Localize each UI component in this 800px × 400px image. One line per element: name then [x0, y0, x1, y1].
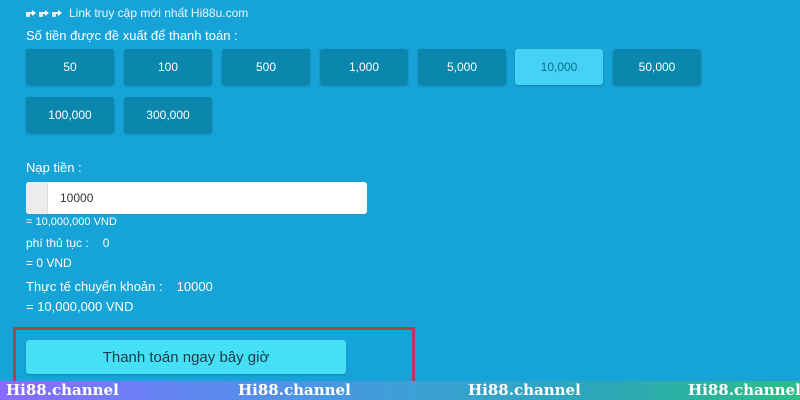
promo-link[interactable]: Link truy cập mới nhất Hi88u.com [26, 5, 248, 21]
pointing-hand-icon [39, 8, 50, 18]
pointing-hand-icon [26, 8, 37, 18]
amount-option-button[interactable]: 50 [26, 49, 114, 85]
fee-label: phí thủ tục : [26, 236, 89, 250]
fee-row: phí thủ tục : 0 [26, 236, 109, 250]
amount-option-button[interactable]: 100 [124, 49, 212, 85]
deposit-label: Nạp tiền : [26, 160, 82, 175]
promo-text[interactable]: Link truy cập mới nhất Hi88u.com [69, 6, 248, 20]
watermark-bar: Hi88.channel Hi88.channel Hi88.channel H… [0, 381, 800, 400]
amount-option-button[interactable]: 100,000 [26, 97, 114, 133]
amount-option-button[interactable]: 10,000 [515, 49, 603, 85]
amount-option-button[interactable]: 5,000 [418, 49, 506, 85]
amount-option-button[interactable]: 500 [222, 49, 310, 85]
deposit-input-prefix [26, 182, 48, 214]
actual-transfer-label: Thực tế chuyển khoản : [26, 279, 163, 294]
pointing-hand-icon [52, 8, 63, 18]
deposit-converted-amount: = 10,000,000 VND [26, 216, 117, 228]
actual-transfer-row: Thực tế chuyển khoản : 10000 [26, 279, 213, 294]
amount-option-button[interactable]: 50,000 [613, 49, 701, 85]
watermark-text: Hi88.channel [688, 381, 800, 399]
actual-transfer-converted-amount: = 10,000,000 VND [26, 299, 134, 314]
actual-transfer-value: 10000 [176, 279, 213, 294]
amount-section-title: Số tiền được đề xuất để thanh toán : [26, 28, 238, 43]
fee-value: 0 [102, 236, 110, 250]
watermark-text: Hi88.channel [6, 381, 119, 399]
amount-option-button[interactable]: 1,000 [320, 49, 408, 85]
deposit-input-wrapper [26, 182, 367, 214]
fee-converted-amount: = 0 VND [26, 256, 72, 270]
watermark-text: Hi88.channel [238, 381, 351, 399]
watermark-text: Hi88.channel [468, 381, 581, 399]
pay-now-button[interactable]: Thanh toán ngay bây giờ [26, 340, 346, 374]
amount-option-button[interactable]: 300,000 [124, 97, 212, 133]
deposit-amount-input[interactable] [48, 182, 367, 214]
